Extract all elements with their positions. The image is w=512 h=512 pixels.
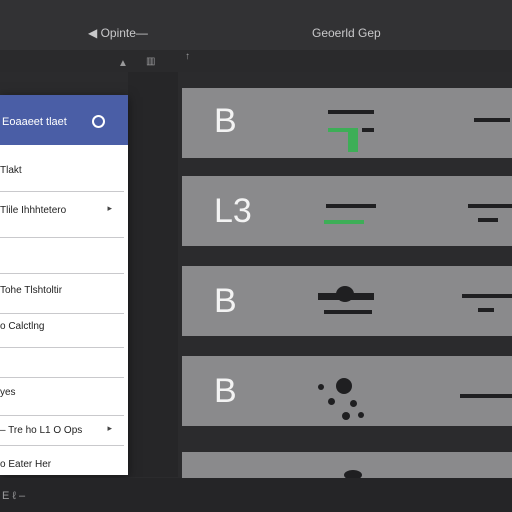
menu-item[interactable]: Tohe Tlshtoltir [0,273,124,314]
menu-item[interactable]: Tlile Ihhhtetero ▸ [0,191,124,238]
window-title: Geoerld Gep [312,26,381,40]
menu-header-label: Eoaaeet tlaet [2,116,67,128]
menu-item[interactable]: o Eater Her [0,445,124,475]
card-dot [350,400,357,407]
card-mark [478,308,494,312]
menu-item[interactable]: yes [0,377,124,416]
card-mark [324,310,372,314]
card-dot [328,398,335,405]
menu-header[interactable]: Eoaaeet tlaet [0,95,128,145]
menu-item[interactable]: Tlakt [0,145,124,192]
menu-item-label: Tlile Ihhhtetero [0,205,67,216]
card-dot [336,378,352,394]
column-icon[interactable]: ▥ [146,56,155,67]
menu-item-label: o Eater Her [0,459,52,470]
pin-icon[interactable]: ↑ [185,51,190,62]
card-letter: B [214,372,237,410]
card-letter: L3 [214,192,252,230]
back-nav-label[interactable]: ◀ Opinte— [88,26,148,40]
menu-item[interactable] [0,237,124,274]
title-bar: ◀ Opinte— Geoerld Gep [0,0,512,51]
list-card[interactable]: B [182,266,512,336]
card-mark [468,204,512,208]
status-ring-icon[interactable] [92,115,105,128]
menu-item-label: Tlakt [0,165,22,176]
gutter-panel [128,72,178,477]
card-dot [358,412,364,418]
card-dot [342,412,350,420]
card-mark [328,110,374,114]
menu-item[interactable]: – Tre ho L1 O Ops ▸ [0,415,124,446]
card-mark [474,118,510,122]
card-dot [318,384,324,390]
menu-item-label: – Tre ho L1 O Ops [0,425,83,436]
card-mark [362,128,374,132]
list-card[interactable]: B [182,356,512,426]
menu-item-label: yes [0,387,16,398]
scroll-up-icon[interactable]: ▲ [118,58,128,69]
toolbar: ▲ ▥ ↑ [0,50,512,72]
status-bar: E ℓ – [0,478,512,512]
status-mark-green [348,128,358,152]
list-card[interactable]: B [182,88,512,158]
menu-item-label: o Calctlng [0,321,45,332]
menu-item[interactable]: o Calctlng [0,313,124,348]
status-mark-green [324,220,364,224]
status-text: E ℓ – [2,490,26,502]
card-letter: B [214,282,237,320]
card-mark [460,394,512,398]
chevron-right-icon: ▸ [107,423,112,433]
card-letter: B [214,102,237,140]
list-card[interactable] [182,452,512,480]
list-card[interactable]: L3 [182,176,512,246]
card-mark [462,294,512,298]
card-mark [326,204,376,208]
menu-item[interactable] [0,347,124,378]
chevron-right-icon: ▸ [107,203,112,213]
menu-item-label: Tohe Tlshtoltir [0,285,63,296]
card-mark [478,218,498,222]
card-mark [318,293,374,300]
dropdown-menu: Eoaaeet tlaet Tlakt Tlile Ihhhtetero ▸ T… [0,95,128,475]
